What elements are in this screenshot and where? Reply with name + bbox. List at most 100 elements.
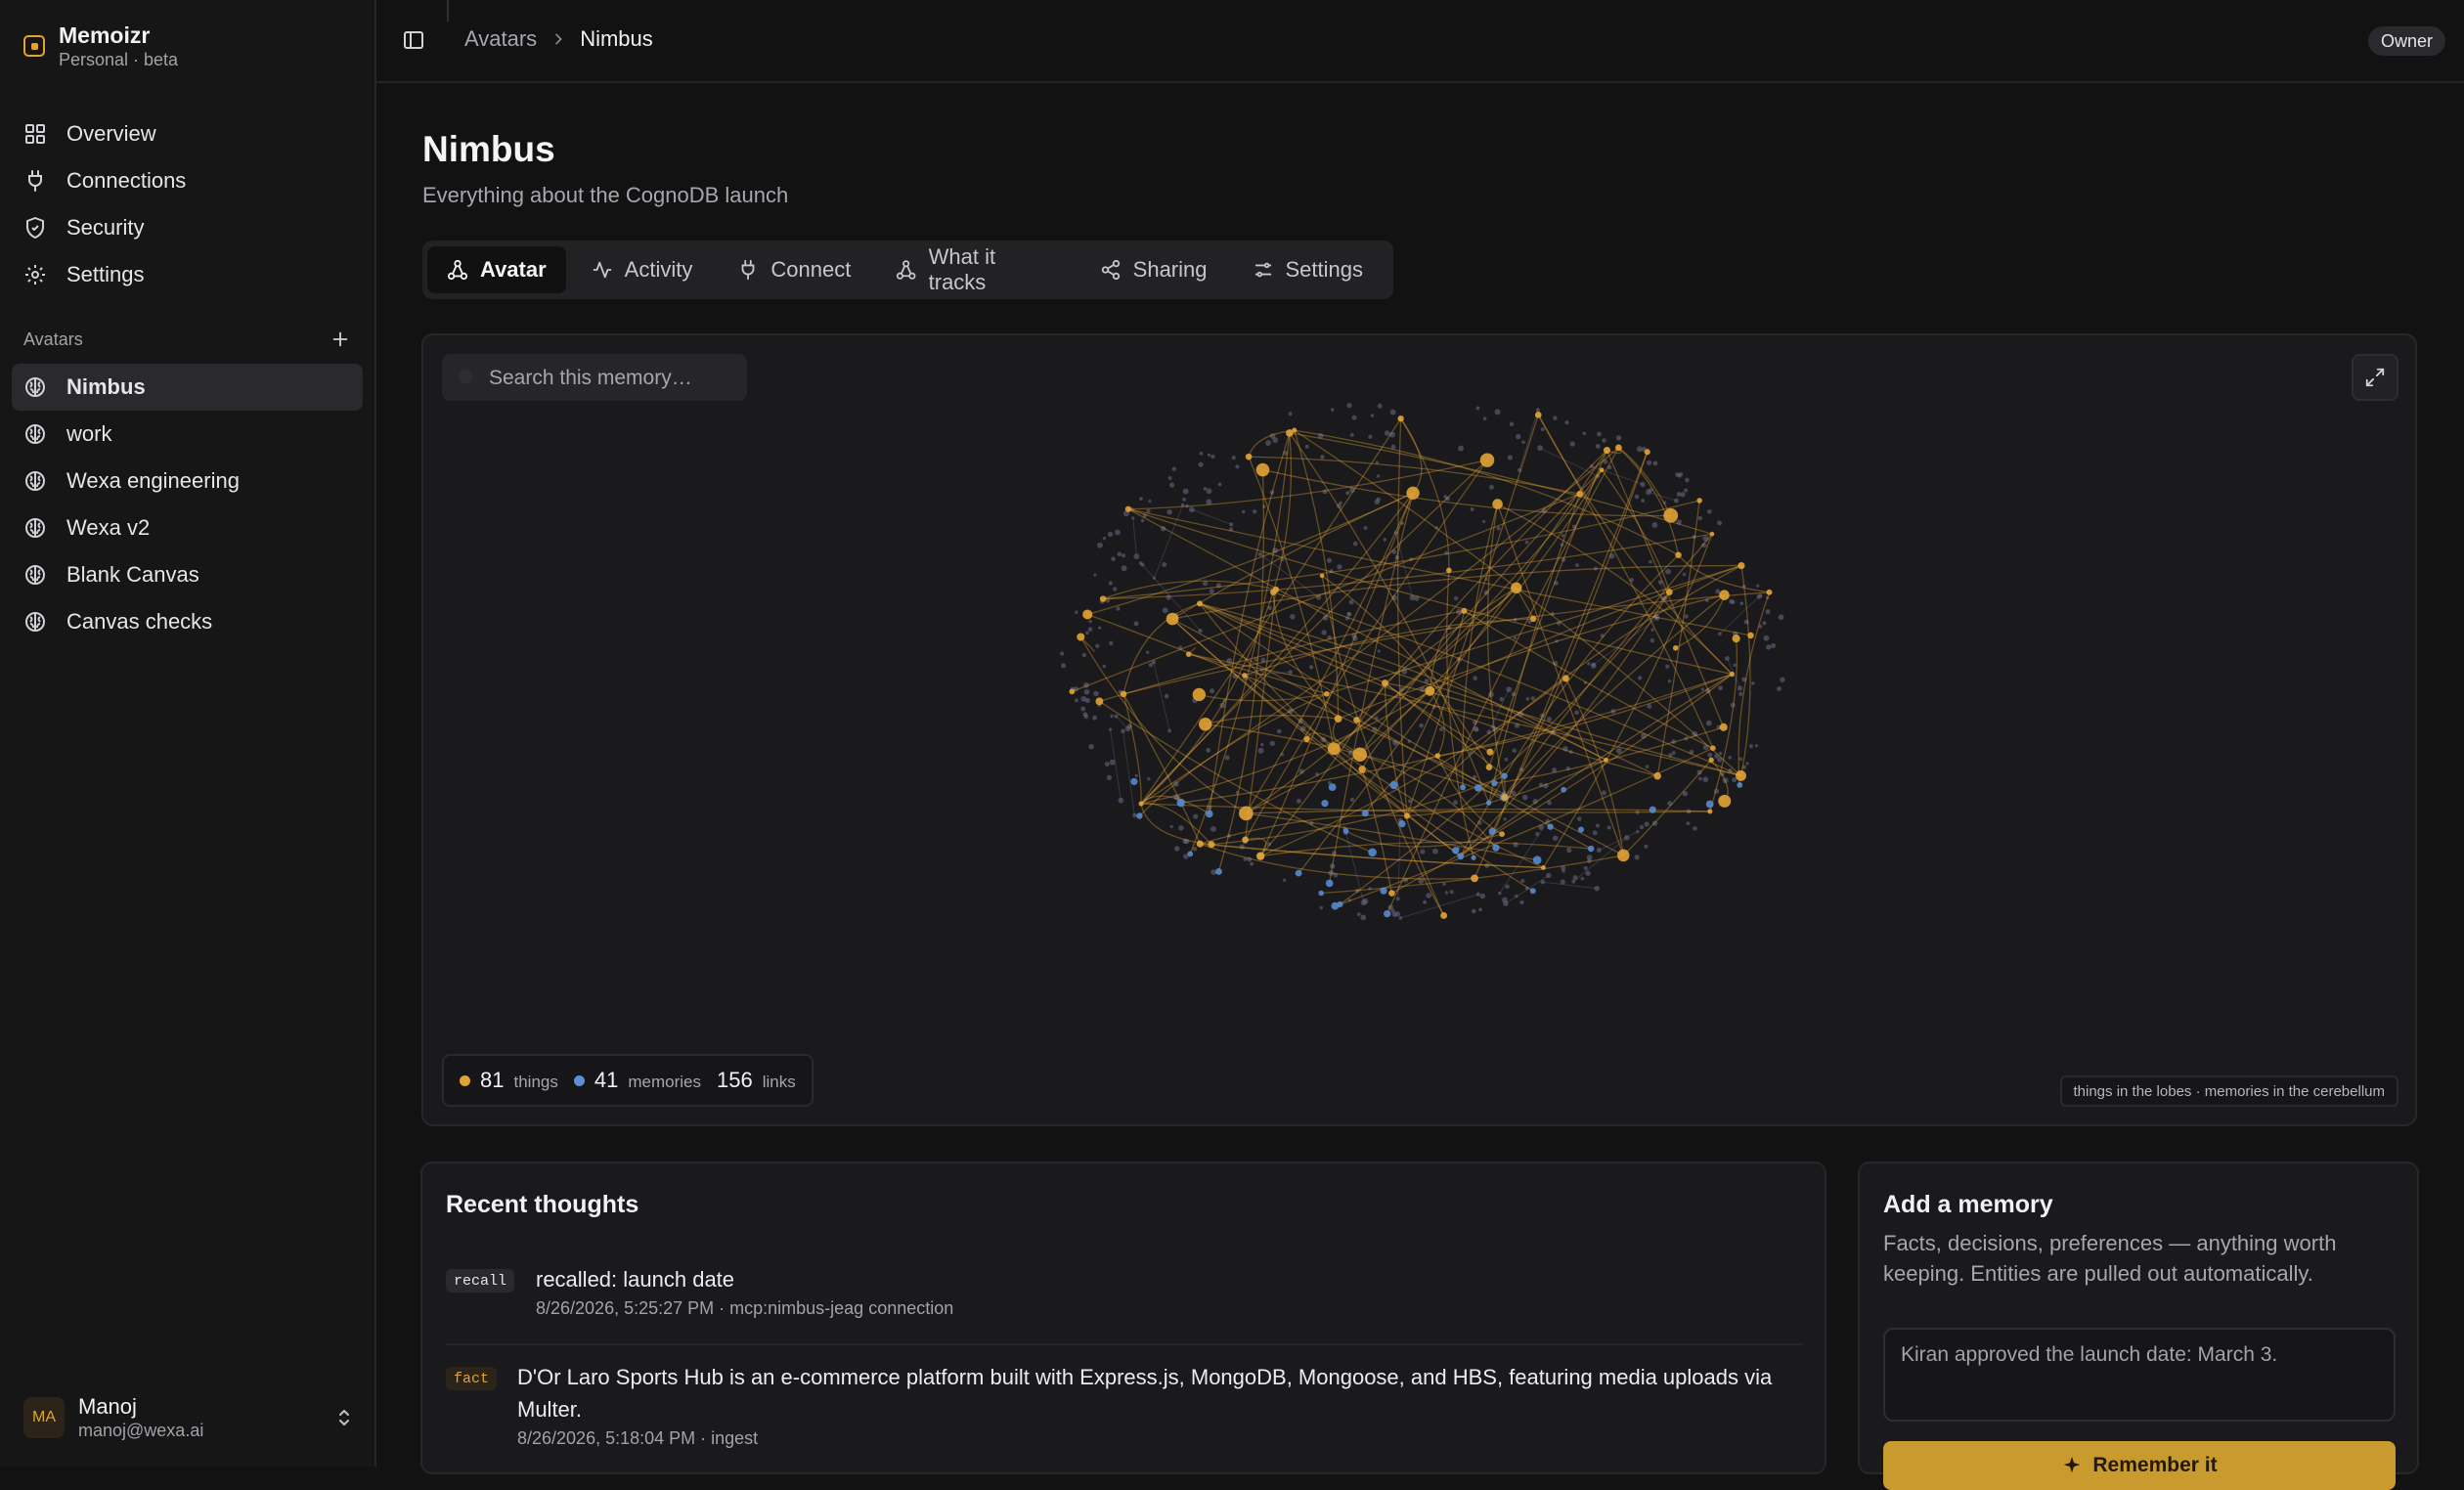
tab-connect[interactable]: Connect (718, 246, 870, 293)
memory-node (1588, 846, 1594, 852)
memory-node (1491, 780, 1497, 786)
graph-link (1206, 724, 1505, 798)
breadcrumb-avatars[interactable]: Avatars (464, 26, 537, 52)
tab-sharing[interactable]: Sharing (1080, 246, 1227, 293)
tab-label: What it tracks (929, 244, 1055, 295)
sparkle-icon (2061, 1455, 2083, 1476)
mesh-node (1592, 663, 1596, 667)
mesh-node (1098, 627, 1101, 630)
nav-item-settings[interactable]: Settings (12, 251, 363, 298)
mesh-node (1082, 653, 1086, 657)
tab-activity[interactable]: Activity (572, 246, 713, 293)
mesh-node (1105, 762, 1110, 767)
mesh-node (1647, 460, 1651, 465)
mesh-node (1172, 467, 1176, 471)
mesh-node (1075, 698, 1078, 702)
memory-node (1737, 782, 1742, 788)
memory-graph[interactable] (423, 335, 2415, 1124)
tab-label: Settings (1286, 257, 1364, 283)
user-email: manoj@wexa.ai (78, 1420, 203, 1441)
memory-input[interactable] (1883, 1328, 2396, 1422)
avatar-item-wexa-v2[interactable]: Wexa v2 (12, 504, 363, 551)
mesh-node (1165, 694, 1168, 698)
mesh-node (1478, 907, 1482, 911)
mesh-node (1640, 482, 1645, 487)
thing-node (1353, 748, 1367, 762)
link-layer (1072, 415, 1769, 915)
remember-button[interactable]: Remember it (1883, 1441, 2396, 1490)
activity-icon (592, 259, 613, 281)
tab-settings[interactable]: Settings (1233, 246, 1384, 293)
memory-node (1578, 827, 1584, 833)
memory-node (1452, 847, 1459, 854)
tab-avatar[interactable]: Avatar (427, 246, 566, 293)
thought-item[interactable]: recall recalled: launch date 8/26/2026, … (446, 1263, 1805, 1321)
graph-link (1290, 433, 1489, 803)
mesh-node (1562, 534, 1565, 538)
mesh-node (1061, 663, 1066, 668)
fullscreen-button[interactable] (2352, 354, 2398, 401)
thing-node (1358, 766, 1366, 773)
mesh-node (1363, 898, 1369, 904)
mesh-node (1391, 445, 1396, 450)
mesh-node (1134, 621, 1139, 626)
avatar-item-canvas-checks[interactable]: Canvas checks (12, 598, 363, 645)
nav-item-security[interactable]: Security (12, 204, 363, 251)
sidebar-toggle-icon[interactable] (402, 28, 425, 52)
brain-icon (23, 563, 47, 587)
mesh-node (1198, 462, 1203, 467)
mesh-node (1283, 879, 1286, 882)
mesh-node (1396, 898, 1400, 901)
avatar-label: Blank Canvas (66, 562, 199, 588)
mesh-node (1698, 777, 1702, 781)
memory-node (1326, 880, 1334, 888)
tab-label: Avatar (480, 257, 547, 283)
nav-label: Settings (66, 262, 145, 287)
mesh-node (1080, 707, 1085, 712)
avatar-item-work[interactable]: work (12, 411, 363, 458)
mesh-node (1541, 427, 1545, 431)
mesh-node (1717, 520, 1722, 525)
mesh-node (1762, 621, 1766, 625)
mesh-node (1109, 727, 1112, 730)
avatar-item-blank-canvas[interactable]: Blank Canvas (12, 551, 363, 598)
add-avatar-button[interactable] (330, 329, 351, 350)
graph-link (1340, 748, 1712, 904)
brain-icon (23, 375, 47, 399)
nav-item-overview[interactable]: Overview (12, 110, 363, 157)
tab-what-it-tracks[interactable]: What it tracks (876, 246, 1074, 293)
page-subtitle: Everything about the CognoDB launch (422, 183, 788, 208)
mesh-node (1122, 565, 1127, 571)
mesh-node (1698, 516, 1702, 520)
mesh-node (1495, 409, 1501, 415)
avatar-item-wexa-engineering[interactable]: Wexa engineering (12, 458, 363, 504)
thing-node (1604, 447, 1610, 454)
mesh-node (1327, 558, 1332, 563)
things-label: things (513, 1073, 557, 1092)
graph-link (1740, 566, 1750, 776)
mesh-node (1321, 630, 1326, 635)
mesh-edge (1519, 410, 1538, 470)
thing-node (1710, 532, 1715, 537)
brand[interactable]: Memoizr Personal · beta (23, 22, 178, 70)
nav-item-connections[interactable]: Connections (12, 157, 363, 204)
mesh-node (1561, 879, 1565, 884)
user-menu[interactable]: MA Manoj manoj@wexa.ai (23, 1388, 356, 1447)
avatar-item-nimbus[interactable]: Nimbus (12, 364, 363, 411)
search-input[interactable] (487, 354, 735, 403)
thing-node (1747, 633, 1754, 639)
grid-icon (23, 122, 47, 146)
user-avatar: MA (23, 1397, 65, 1438)
thing-node (1696, 498, 1702, 504)
mesh-node (1573, 875, 1578, 880)
mesh-node (1547, 717, 1552, 722)
mesh-node (1290, 614, 1296, 620)
memory-node (1650, 807, 1656, 813)
thought-item[interactable]: fact D'Or Laro Sports Hub is an e-commer… (446, 1361, 1805, 1451)
expand-icon (2364, 367, 2386, 388)
mesh-node (1426, 893, 1431, 898)
thing-node (1492, 499, 1503, 509)
mesh-node (1439, 727, 1443, 731)
mesh-node (1250, 862, 1254, 866)
mesh-node (1445, 891, 1448, 894)
